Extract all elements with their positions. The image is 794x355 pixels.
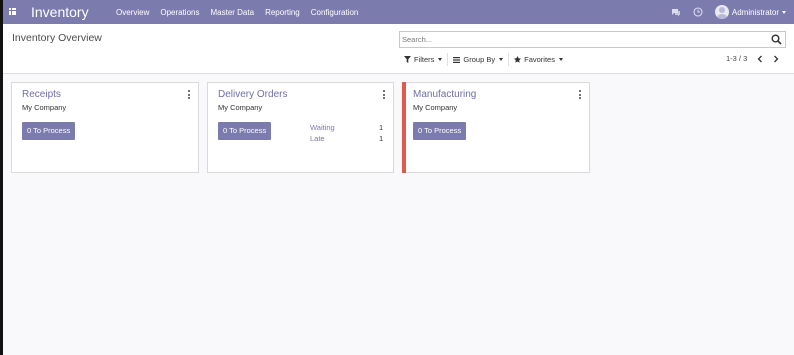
stat-waiting-value[interactable]: 1: [379, 123, 383, 132]
chevron-left-icon[interactable]: [755, 53, 765, 65]
navbar-right: Administrator: [671, 0, 786, 24]
top-navbar: Inventory Overview Operations Master Dat…: [0, 0, 794, 24]
card-company: My Company: [22, 103, 67, 112]
control-panel: Inventory Overview Filters Group By Favo…: [0, 24, 794, 74]
to-process-button[interactable]: 0 To Process: [413, 122, 467, 140]
kanban-card-delivery-orders: Delivery Orders My Company 0 To Process …: [207, 82, 394, 173]
star-icon: [514, 56, 522, 63]
vertical-dots-icon[interactable]: [187, 90, 191, 99]
vertical-dots-icon[interactable]: [578, 90, 582, 99]
stat-waiting-label[interactable]: Waiting: [310, 123, 335, 132]
bars-icon: [453, 56, 461, 63]
group-by-label: Group By: [463, 55, 496, 64]
user-avatar[interactable]: [714, 5, 729, 19]
card-company: My Company: [413, 103, 458, 112]
card-title[interactable]: Delivery Orders: [218, 89, 287, 100]
filters-label: Filters: [414, 55, 435, 64]
page-title: Inventory Overview: [12, 32, 102, 44]
stat-late-label[interactable]: Late: [310, 134, 325, 143]
card-title[interactable]: Receipts: [22, 89, 61, 100]
search-icon[interactable]: [771, 34, 782, 45]
search-input[interactable]: [402, 33, 762, 46]
user-name[interactable]: Administrator: [732, 8, 779, 17]
app-title[interactable]: Inventory: [31, 3, 89, 21]
card-color-stripe: [402, 82, 406, 173]
menu-item-master-data[interactable]: Master Data: [210, 8, 254, 17]
search-bar: [399, 31, 786, 48]
card-company: My Company: [218, 103, 263, 112]
menu-item-configuration[interactable]: Configuration: [311, 8, 359, 17]
clock-icon[interactable]: [693, 7, 704, 18]
filters-dropdown[interactable]: Filters: [399, 53, 449, 66]
chevron-right-icon[interactable]: [771, 53, 781, 65]
filter-icon: [404, 56, 411, 63]
stat-late-value[interactable]: 1: [379, 134, 383, 143]
menu-item-operations[interactable]: Operations: [160, 8, 199, 17]
user-menu-caret-icon[interactable]: [782, 10, 786, 14]
left-edge-bar: [0, 0, 3, 355]
to-process-button[interactable]: 0 To Process: [218, 122, 272, 140]
chevron-down-icon: [499, 58, 504, 61]
search-options: Filters Group By Favorites: [399, 53, 568, 66]
to-process-button[interactable]: 0 To Process: [22, 122, 76, 140]
vertical-dots-icon[interactable]: [382, 90, 386, 99]
menu-item-reporting[interactable]: Reporting: [265, 8, 300, 17]
chevron-down-icon: [558, 58, 563, 61]
menu-item-overview[interactable]: Overview: [116, 8, 149, 17]
kanban-card-manufacturing: Manufacturing My Company 0 To Process: [402, 82, 590, 173]
chat-icon[interactable]: [671, 7, 682, 18]
chevron-down-icon: [438, 58, 443, 61]
main-menu: Overview Operations Master Data Reportin…: [116, 0, 369, 24]
apps-grid-icon[interactable]: [9, 8, 16, 15]
favorites-label: Favorites: [524, 55, 555, 64]
group-by-dropdown[interactable]: Group By: [448, 53, 510, 66]
kanban-card-receipts: Receipts My Company 0 To Process: [11, 82, 199, 173]
card-title[interactable]: Manufacturing: [413, 89, 476, 100]
favorites-dropdown[interactable]: Favorites: [509, 53, 568, 66]
pager-value[interactable]: 1-3 / 3: [726, 54, 747, 63]
